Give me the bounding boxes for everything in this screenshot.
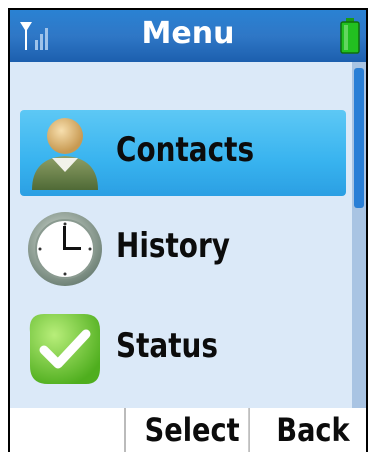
- menu-list: Contacts History Status: [10, 62, 348, 402]
- menu-item-label: Contacts: [116, 130, 255, 170]
- clock-icon: [28, 212, 102, 286]
- page-title: Menu: [141, 16, 235, 51]
- checkmark-icon: [29, 314, 100, 384]
- title-bar: Menu: [10, 10, 366, 62]
- scrollbar[interactable]: [352, 62, 366, 408]
- menu-item-label: History: [116, 226, 230, 266]
- menu-item-label: Status: [116, 326, 219, 366]
- menu-item-history[interactable]: History: [20, 206, 346, 292]
- contacts-icon: [32, 118, 98, 190]
- phone-screen: Menu Contacts History Status Select Back: [10, 10, 366, 452]
- softkey-bar: Select Back: [10, 408, 366, 452]
- menu-item-status[interactable]: Status: [20, 306, 346, 392]
- menu-item-contacts[interactable]: Contacts: [20, 110, 346, 196]
- battery-icon: [340, 18, 360, 54]
- softkey-left[interactable]: [10, 408, 126, 452]
- scrollbar-thumb[interactable]: [354, 68, 364, 208]
- back-button[interactable]: Back: [268, 408, 358, 452]
- select-button[interactable]: Select: [136, 408, 250, 452]
